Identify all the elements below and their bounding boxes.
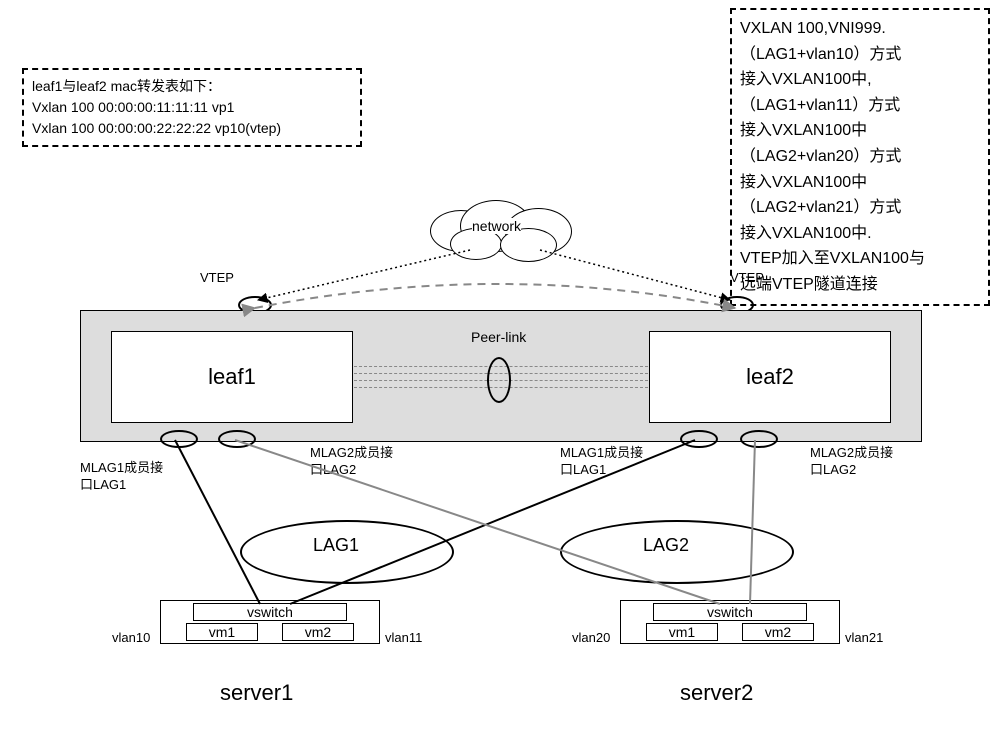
server1-name: server1 <box>220 680 293 706</box>
peerlink-label: Peer-link <box>471 329 526 345</box>
leaf1-port-icon <box>160 430 198 448</box>
vxlan-line: 接入VXLAN100中 <box>740 118 980 144</box>
lag2-label: LAG2 <box>640 535 692 556</box>
mac-forward-table: leaf1与leaf2 mac转发表如下： Vxlan 100 00:00:00… <box>22 68 362 147</box>
peerlink-ellipse-icon <box>487 357 511 403</box>
mlag2-leaf1-label: MLAG2成员接 口LAG2 <box>310 445 420 479</box>
text: MLAG2成员接 <box>310 445 393 460</box>
server1-vlan-left: vlan10 <box>112 630 150 645</box>
leaf2-label: leaf2 <box>746 364 794 390</box>
text: MLAG1成员接 <box>560 445 643 460</box>
leaf1-port-icon <box>218 430 256 448</box>
vtep-label: VTEP <box>200 270 234 285</box>
server1-vm1: vm1 <box>186 623 258 641</box>
server1-vlan-right: vlan11 <box>385 630 422 645</box>
server2-vlan-left: vlan20 <box>572 630 610 645</box>
server2-name: server2 <box>680 680 753 706</box>
text: 口LAG2 <box>810 462 856 477</box>
mac-table-row: Vxlan 100 00:00:00:11:11:11 vp1 <box>32 97 352 118</box>
leaf2-port-icon <box>680 430 718 448</box>
vxlan-line: 接入VXLAN100中, <box>740 67 980 93</box>
leaf2-port-icon <box>740 430 778 448</box>
server2-vlan-right: vlan21 <box>845 630 883 645</box>
vxlan-line: VTEP加入至VXLAN100与 <box>740 246 980 272</box>
vxlan-line: （LAG1+vlan11）方式 <box>740 93 980 119</box>
cloud-label: network <box>472 218 521 234</box>
server1: vswitch vm1 vm2 <box>160 600 380 644</box>
text: 口LAG1 <box>560 462 606 477</box>
lag1-label: LAG1 <box>310 535 362 556</box>
leaf1-label: leaf1 <box>208 364 256 390</box>
mac-table-row: Vxlan 100 00:00:00:22:22:22 vp10(vtep) <box>32 118 352 139</box>
mlag1-leaf2-label: MLAG1成员接 口LAG1 <box>560 445 670 479</box>
server2: vswitch vm1 vm2 <box>620 600 840 644</box>
vxlan-line: 接入VXLAN100中. <box>740 221 980 247</box>
leaf1-node: leaf1 <box>111 331 353 423</box>
server2-vm1: vm1 <box>646 623 718 641</box>
vxlan-line: 接入VXLAN100中 <box>740 170 980 196</box>
vxlan-line: 远端VTEP隧道连接 <box>740 272 980 298</box>
vxlan-info-box: VXLAN 100,VNI999. （LAG1+vlan10）方式 接入VXLA… <box>730 8 990 306</box>
vtep-label: VTEP <box>730 270 764 285</box>
server1-vswitch: vswitch <box>193 603 347 621</box>
text: MLAG2成员接 <box>810 445 893 460</box>
leaf2-node: leaf2 <box>649 331 891 423</box>
vxlan-line: （LAG1+vlan10）方式 <box>740 42 980 68</box>
mlag1-leaf1-label: MLAG1成员接 口LAG1 <box>80 460 190 494</box>
server2-vswitch: vswitch <box>653 603 807 621</box>
vxlan-line: （LAG2+vlan20）方式 <box>740 144 980 170</box>
text: MLAG1成员接 <box>80 460 163 475</box>
server2-vm2: vm2 <box>742 623 814 641</box>
leaf-pair-chassis: leaf1 leaf2 Peer-link <box>80 310 922 442</box>
text: 口LAG2 <box>310 462 356 477</box>
mlag2-leaf2-label: MLAG2成员接 口LAG2 <box>810 445 920 479</box>
vxlan-line: （LAG2+vlan21）方式 <box>740 195 980 221</box>
server1-vm2: vm2 <box>282 623 354 641</box>
mac-table-title: leaf1与leaf2 mac转发表如下： <box>32 76 352 97</box>
vxlan-line: VXLAN 100,VNI999. <box>740 16 980 42</box>
text: 口LAG1 <box>80 477 126 492</box>
network-cloud: network <box>430 190 580 260</box>
